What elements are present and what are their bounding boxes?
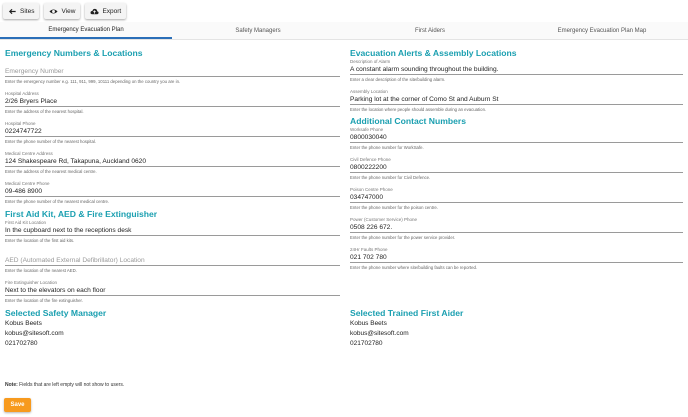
arrow-left-icon — [8, 8, 16, 14]
safety-manager-name: Kobus Beets — [5, 320, 42, 327]
safety-manager-phone: 021702780 — [5, 340, 38, 347]
worksafe-phone-help: Enter the phone number for WorkSafe. — [350, 145, 424, 150]
medical-phone-field: Medical Centre Phone 09-486 8900 Enter t… — [5, 181, 340, 205]
assembly-location-input[interactable]: Parking lot at the corner of Como St and… — [350, 95, 683, 105]
worksafe-phone-input[interactable]: 0800030040 — [350, 133, 683, 143]
alarm-description-field: Description of Alarm A constant alarm so… — [350, 59, 683, 83]
cloud-upload-icon — [90, 8, 100, 14]
faults-phone-input[interactable]: 021 702 780 — [350, 253, 683, 263]
first-aider-phone: 021702780 — [350, 340, 383, 347]
first-aid-kit-input[interactable]: In the cupboard next to the receptions d… — [5, 226, 340, 236]
safety-manager-info: Kobus Beets kobus@sitesoft.com 021702780 — [5, 319, 340, 349]
tab-bar: Emergency Evacuation Plan Safety Manager… — [0, 22, 688, 40]
first-aid-kit-help: Enter the location of the first aid kits… — [5, 238, 75, 243]
hospital-phone-field: Hospital Phone 0224747722 Enter the phon… — [5, 121, 340, 145]
civil-defence-phone-help: Enter the phone number for Civil Defence… — [350, 175, 431, 180]
note-label: Note: — [5, 382, 18, 388]
alarm-description-help: Enter a clear description of the site/bu… — [350, 77, 446, 82]
poison-centre-phone-help: Enter the phone number for the poison ce… — [350, 205, 438, 210]
emergency-number-field: Emergency Number Enter the emergency num… — [5, 67, 340, 85]
hospital-phone-input[interactable]: 0224747722 — [5, 127, 340, 137]
civil-defence-phone-input[interactable]: 0800222200 — [350, 163, 683, 173]
poison-centre-phone-input[interactable]: 034747000 — [350, 193, 683, 203]
hospital-phone-help: Enter the phone number of the nearest ho… — [5, 139, 97, 144]
section-title-contacts: Additional Contact Numbers — [350, 116, 467, 126]
power-phone-field: Power (Customer Service) Phone 0508 226 … — [350, 217, 683, 241]
toolbar: Sites View Export — [3, 3, 127, 19]
left-column: Emergency Numbers & Locations Emergency … — [5, 47, 340, 349]
export-button[interactable]: Export — [85, 3, 127, 19]
power-phone-input[interactable]: 0508 226 672. — [350, 223, 683, 233]
view-button[interactable]: View — [44, 3, 81, 19]
medical-phone-help: Enter the phone number of the nearest me… — [5, 199, 110, 204]
tab-safety-managers[interactable]: Safety Managers — [172, 22, 344, 39]
hospital-address-input[interactable]: 2/26 Bryers Place — [5, 97, 340, 107]
worksafe-phone-field: Worksafe Phone 0800030040 Enter the phon… — [350, 127, 683, 151]
faults-phone-field: 24Hr Faults Phone 021 702 780 Enter the … — [350, 247, 683, 271]
tab-emergency-evacuation-plan[interactable]: Emergency Evacuation Plan — [0, 22, 172, 39]
empty-fields-note: Note: Fields that are left empty will no… — [5, 382, 124, 388]
note-text: Fields that are left empty will not show… — [17, 382, 125, 388]
sites-button[interactable]: Sites — [3, 3, 40, 19]
hospital-address-help: Enter the address of the nearest hospita… — [5, 109, 84, 114]
section-title-emergency: Emergency Numbers & Locations — [5, 48, 143, 58]
view-label: View — [61, 7, 76, 15]
export-label: Export — [102, 7, 122, 15]
first-aider-name: Kobus Beets — [350, 320, 387, 327]
save-button[interactable]: Save — [4, 398, 31, 412]
section-title-first-aider: Selected Trained First Aider — [350, 308, 464, 318]
assembly-location-field: Assembly Location Parking lot at the cor… — [350, 89, 683, 113]
first-aider-info: Kobus Beets kobus@sitesoft.com 021702780 — [350, 319, 683, 349]
right-column: Evacuation Alerts & Assembly Locations D… — [350, 47, 683, 349]
section-title-evacuation: Evacuation Alerts & Assembly Locations — [350, 48, 517, 58]
alarm-description-input[interactable]: A constant alarm sounding throughout the… — [350, 65, 683, 75]
first-aider-email: kobus@sitesoft.com — [350, 330, 409, 337]
first-aid-kit-field: First Aid Kit Location In the cupboard n… — [5, 220, 340, 244]
medical-address-field: Medical Centre Address 124 Shakespeare R… — [5, 151, 340, 175]
civil-defence-phone-field: Civil Defence Phone 0800222200 Enter the… — [350, 157, 683, 181]
poison-centre-phone-field: Poison Centre Phone 034747000 Enter the … — [350, 187, 683, 211]
aed-location-help: Enter the location of the nearest AED. — [5, 268, 77, 273]
fire-extinguisher-field: Fire Extinguisher Location Next to the e… — [5, 280, 340, 304]
power-phone-help: Enter the phone number for the power ser… — [350, 235, 456, 240]
medical-address-input[interactable]: 124 Shakespeare Rd, Takapuna, Auckland 0… — [5, 157, 340, 167]
medical-phone-input[interactable]: 09-486 8900 — [5, 187, 340, 197]
aed-location-field: AED (Automated External Defibrillator) L… — [5, 256, 340, 274]
medical-address-help: Enter the address of the nearest medical… — [5, 169, 97, 174]
fire-extinguisher-help: Enter the location of the fire extinguis… — [5, 298, 83, 303]
fire-extinguisher-input[interactable]: Next to the elevators on each floor — [5, 286, 340, 296]
sites-label: Sites — [20, 7, 35, 15]
hospital-address-field: Hospital Address 2/26 Bryers Place Enter… — [5, 91, 340, 115]
eye-icon — [49, 8, 59, 14]
aed-location-input[interactable]: AED (Automated External Defibrillator) L… — [5, 256, 340, 266]
assembly-location-help: Enter the location where people should a… — [350, 107, 487, 112]
emergency-number-input[interactable]: Emergency Number — [5, 67, 340, 77]
tab-evacuation-plan-map[interactable]: Emergency Evacuation Plan Map — [516, 22, 688, 39]
faults-phone-help: Enter the phone number where site/buildi… — [350, 265, 478, 270]
safety-manager-email: kobus@sitesoft.com — [5, 330, 64, 337]
emergency-number-help: Enter the emergency number e.g. 111, 911… — [5, 79, 181, 84]
section-title-safety-manager: Selected Safety Manager — [5, 308, 107, 318]
section-title-first-aid: First Aid Kit, AED & Fire Extinguisher — [5, 209, 158, 219]
tab-first-aiders[interactable]: First Aiders — [344, 22, 516, 39]
